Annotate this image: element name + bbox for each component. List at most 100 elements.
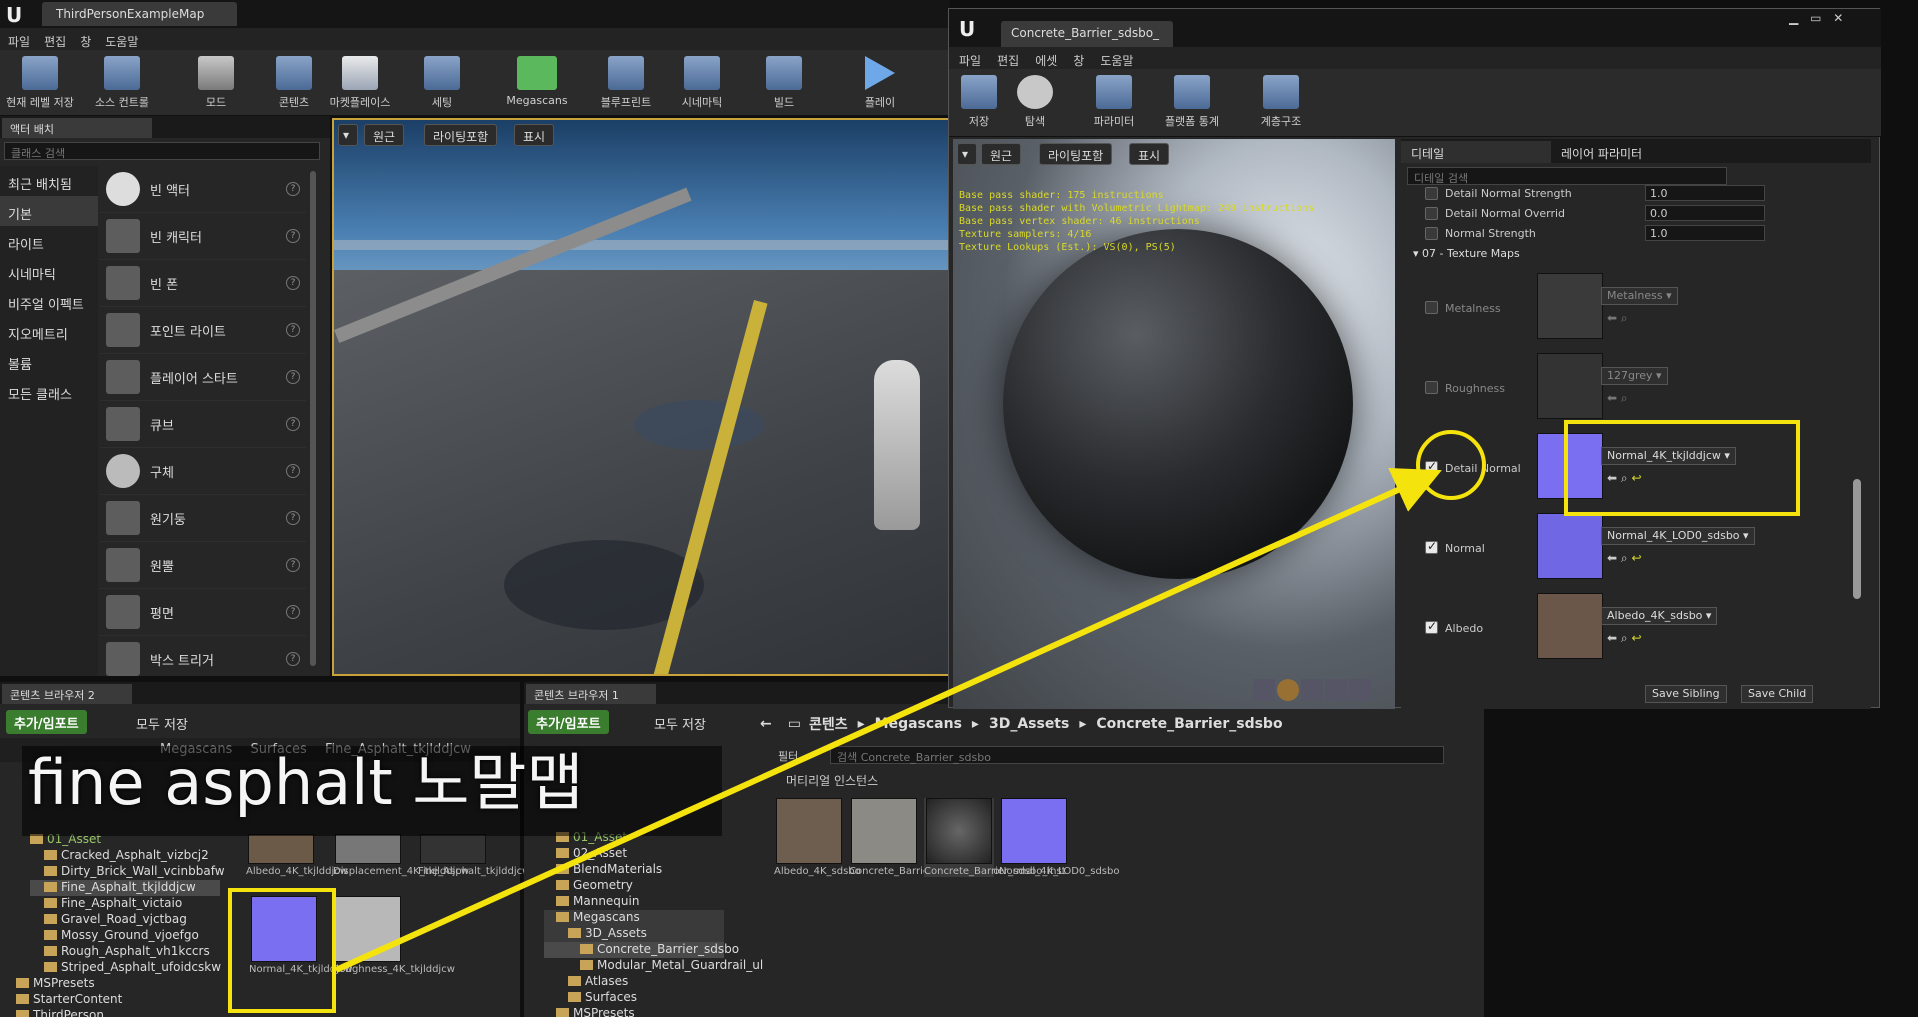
place-item[interactable]: 큐브? bbox=[100, 401, 306, 448]
level-tab[interactable]: ThirdPersonExampleMap bbox=[42, 2, 237, 26]
place-item[interactable]: 박스 트리거? bbox=[100, 636, 306, 683]
help-icon[interactable]: ? bbox=[286, 464, 300, 478]
value-input[interactable]: 0.0 bbox=[1645, 205, 1765, 221]
tree-item[interactable]: Fine_Asphalt_victaio bbox=[30, 896, 220, 912]
tree-item[interactable]: MSPresets bbox=[16, 976, 220, 992]
tree-item[interactable]: Gravel_Road_vjctbag bbox=[30, 912, 220, 928]
tree-item[interactable]: 02_Asset bbox=[544, 846, 724, 862]
hierarchy-button[interactable]: 계층구조 bbox=[1245, 73, 1317, 133]
add-import-button[interactable]: 추가/임포트 bbox=[528, 710, 609, 734]
menu-edit[interactable]: 편집 bbox=[997, 48, 1019, 69]
save-sibling-button[interactable]: Save Sibling bbox=[1645, 685, 1727, 703]
save-level-button[interactable]: 현재 레벨 저장 bbox=[0, 54, 80, 114]
override-checkbox[interactable] bbox=[1425, 381, 1438, 394]
reset-icon[interactable]: ↩ bbox=[1631, 551, 1641, 565]
tree-item[interactable]: 3D_Assets bbox=[544, 926, 724, 942]
tree-item[interactable]: Geometry bbox=[544, 878, 724, 894]
texture-thumbnail[interactable] bbox=[1537, 273, 1603, 339]
tree-item[interactable]: MSPresets bbox=[544, 1006, 724, 1017]
tab-content-browser-2[interactable]: 콘텐츠 브라우저 2 bbox=[2, 684, 132, 704]
cube-preview-icon[interactable] bbox=[1325, 679, 1347, 701]
menu-file[interactable]: 파일 bbox=[8, 29, 30, 50]
lit-button[interactable]: 라이팅포함 bbox=[1039, 143, 1113, 165]
override-checkbox[interactable] bbox=[1425, 619, 1438, 634]
place-item[interactable]: 원뿔? bbox=[100, 542, 306, 589]
save-button[interactable]: 저장 bbox=[949, 73, 1009, 133]
asset-search-input[interactable]: 검색 Concrete_Barrier_sdsbo bbox=[830, 746, 1444, 764]
texture-picker[interactable]: Metalness ▾ bbox=[1601, 287, 1678, 305]
use-selected-icon[interactable]: ⬅ bbox=[1607, 551, 1617, 565]
category-visual-effects[interactable]: 비주얼 이펙트 bbox=[0, 286, 98, 316]
save-all-button[interactable]: 모두 저장 bbox=[654, 714, 706, 733]
asset-tile[interactable]: Albedo_4K_sdsbo bbox=[774, 798, 861, 877]
play-button[interactable]: 플레이 bbox=[840, 54, 920, 114]
tree-item[interactable]: Atlases bbox=[544, 974, 724, 990]
menu-asset[interactable]: 에셋 bbox=[1035, 48, 1057, 69]
asset-tile[interactable]: Roughness_4K_tkjlddjcw bbox=[333, 896, 455, 975]
settings-button[interactable]: 세팅 bbox=[402, 54, 482, 114]
cinematics-button[interactable]: 시네마틱 bbox=[662, 54, 742, 114]
category-lights[interactable]: 라이트 bbox=[0, 226, 98, 256]
browse-icon[interactable]: ⌕ bbox=[1621, 391, 1628, 405]
place-item[interactable]: 평면? bbox=[100, 589, 306, 636]
source-control-button[interactable]: 소스 컨트롤 bbox=[82, 54, 162, 114]
place-item[interactable]: 플레이어 스타트? bbox=[100, 354, 306, 401]
add-import-button[interactable]: 추가/임포트 bbox=[6, 710, 87, 734]
browse-icon[interactable]: ⌕ bbox=[1621, 551, 1628, 565]
asset-tile[interactable]: Normal_4K_LOD0_sdsbo bbox=[999, 798, 1119, 877]
material-preview-viewport[interactable]: ▾ 원근 라이팅포함 표시 Base pass shader: 175 inst… bbox=[953, 139, 1395, 709]
show-button[interactable]: 표시 bbox=[1129, 143, 1170, 165]
help-icon[interactable]: ? bbox=[286, 417, 300, 431]
help-icon[interactable]: ? bbox=[286, 511, 300, 525]
tree-item[interactable]: Dirty_Brick_Wall_vcinbbafw bbox=[30, 864, 225, 880]
texture-thumbnail[interactable] bbox=[1537, 513, 1603, 579]
filter-button[interactable]: 필터 bbox=[778, 748, 798, 764]
value-input[interactable]: 1.0 bbox=[1645, 185, 1765, 201]
perspective-button[interactable]: 원근 bbox=[364, 124, 405, 146]
override-checkbox[interactable] bbox=[1425, 227, 1438, 240]
menu-window[interactable]: 창 bbox=[1073, 48, 1084, 69]
menu-file[interactable]: 파일 bbox=[959, 48, 981, 69]
place-scrollbar[interactable] bbox=[310, 171, 316, 666]
browse-button[interactable]: 탐색 bbox=[1005, 73, 1065, 133]
tree-item-selected[interactable]: Fine_Asphalt_tkjlddjcw bbox=[30, 880, 220, 896]
mesh-preview-icon[interactable] bbox=[1349, 679, 1371, 701]
category-volumes[interactable]: 볼륨 bbox=[0, 346, 98, 376]
asset-tile[interactable]: Fine_Asphalt_tkjlddjcw_inst bbox=[418, 834, 554, 877]
asset-tile[interactable]: Albedo_4K_tkjlddjcw bbox=[246, 834, 348, 877]
megascans-button[interactable]: Megascans bbox=[497, 54, 577, 114]
reset-icon[interactable]: ↩ bbox=[1631, 631, 1641, 645]
help-icon[interactable]: ? bbox=[286, 370, 300, 384]
tree-item[interactable]: BlendMaterials bbox=[544, 862, 724, 878]
category-cinematic[interactable]: 시네마틱 bbox=[0, 256, 98, 286]
details-scrollbar[interactable] bbox=[1853, 479, 1861, 599]
help-icon[interactable]: ? bbox=[286, 276, 300, 290]
minimize-icon[interactable]: ▁ bbox=[1789, 11, 1798, 25]
modes-button[interactable]: 모드 bbox=[176, 54, 256, 114]
browse-icon[interactable]: ⌕ bbox=[1621, 311, 1628, 325]
save-all-button[interactable]: 모두 저장 bbox=[136, 714, 188, 733]
place-item[interactable]: 빈 캐릭터? bbox=[100, 213, 306, 260]
material-tab[interactable]: Concrete_Barrier_sdsbo_ bbox=[1001, 21, 1173, 47]
help-icon[interactable]: ? bbox=[286, 323, 300, 337]
breadcrumb-item[interactable]: 콘텐츠 bbox=[809, 714, 848, 734]
group-header[interactable]: ▾ 07 - Texture Maps bbox=[1413, 247, 1520, 260]
tree-item[interactable]: Surfaces bbox=[544, 990, 724, 1006]
viewport-options-button[interactable]: ▾ bbox=[957, 143, 977, 165]
tree-item[interactable]: Megascans bbox=[544, 910, 724, 926]
asset-tile-selected[interactable]: Concrete_Barrier_sdsbo_inst bbox=[924, 798, 1066, 877]
place-item[interactable]: 빈 액터? bbox=[100, 166, 306, 213]
value-input[interactable]: 1.0 bbox=[1645, 225, 1765, 241]
texture-thumbnail[interactable] bbox=[1537, 593, 1603, 659]
marketplace-button[interactable]: 마켓플레이스 bbox=[320, 54, 400, 114]
help-icon[interactable]: ? bbox=[286, 605, 300, 619]
breadcrumb-item[interactable]: 3D_Assets bbox=[989, 716, 1069, 732]
platform-stats-button[interactable]: 플랫폼 통계 bbox=[1149, 73, 1235, 133]
tree-item-selected[interactable]: Concrete_Barrier_sdsbo bbox=[544, 942, 739, 958]
tree-item[interactable]: Striped_Asphalt_ufoidcskw bbox=[30, 960, 221, 976]
texture-picker[interactable]: Normal_4K_LOD0_sdsbo ▾ bbox=[1601, 527, 1755, 545]
plane-preview-icon[interactable] bbox=[1301, 679, 1323, 701]
maximize-icon[interactable]: ▭ bbox=[1810, 11, 1821, 25]
override-checkbox[interactable] bbox=[1425, 301, 1438, 314]
category-geometry[interactable]: 지오메트리 bbox=[0, 316, 98, 346]
